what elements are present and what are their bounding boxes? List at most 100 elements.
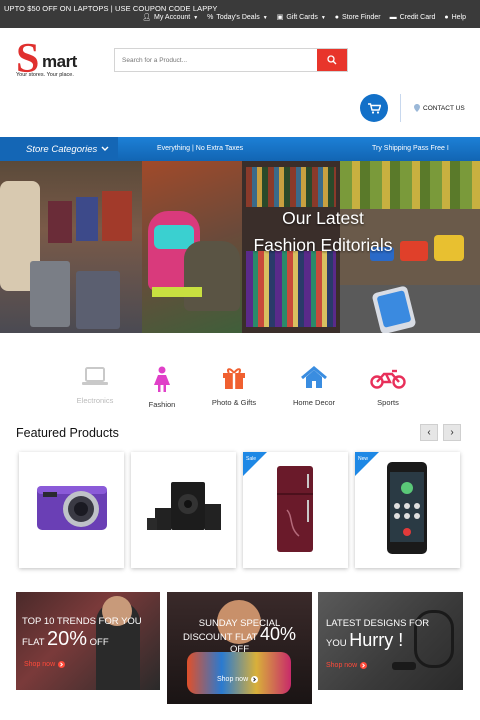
header-divider xyxy=(400,94,401,122)
promo-banner-sunday[interactable]: SUNDAY SPECIAL DISCOUNT FLAT 40% OFF Shop… xyxy=(167,592,312,704)
promo-1-prefix: FLAT xyxy=(22,637,47,648)
arrow-circle-right-icon xyxy=(251,676,259,683)
search-input[interactable] xyxy=(115,49,319,71)
shopping-cart-icon xyxy=(367,102,381,114)
hero-title: Our Latest Fashion Editorials xyxy=(241,205,405,259)
help-link[interactable]: ● Help xyxy=(444,14,466,21)
todays-deals-label: Today's Deals xyxy=(216,14,260,21)
promo-1-suffix: OFF xyxy=(87,637,109,648)
carousel-prev-button[interactable]: ‹ xyxy=(420,424,438,441)
gift-cards-link[interactable]: ▣ Gift Cards ▼ xyxy=(277,14,326,21)
my-account-link[interactable]: 👤︎ My Account ▼ xyxy=(142,14,198,21)
shop-now-label: Shop now xyxy=(24,661,56,668)
promo-3-line-1: LATEST DESIGNS FOR xyxy=(326,618,430,629)
new-badge-text: New xyxy=(358,456,369,462)
logo-wordmark: mart xyxy=(42,52,77,71)
camera-image xyxy=(37,486,107,530)
arrow-circle-right-icon xyxy=(58,661,66,668)
ticker-text-2: Try Shipping Pass Free I xyxy=(372,145,449,152)
shop-now-button[interactable]: Shop now xyxy=(24,661,66,668)
product-card-camera[interactable] xyxy=(19,452,124,568)
store-categories-label: Store Categories xyxy=(26,143,98,155)
chevron-right-icon: › xyxy=(450,427,454,438)
user-icon: 👤︎ xyxy=(142,14,152,21)
hero-title-line-2: Fashion Editorials xyxy=(253,235,393,255)
todays-deals-link[interactable]: % Today's Deals ▼ xyxy=(207,14,268,21)
home-icon xyxy=(301,366,327,388)
promo-2-line-2: DISCOUNT FLAT 40% OFF xyxy=(167,625,312,656)
hero-image-luggage xyxy=(0,161,142,333)
caret-down-icon: ▼ xyxy=(262,14,268,21)
promo-banner-trends[interactable]: TOP 10 TRENDS FOR YOU FLAT 20% OFF Shop … xyxy=(16,592,160,690)
chevron-left-icon: ‹ xyxy=(427,427,431,438)
store-categories-button[interactable]: Store Categories xyxy=(0,137,118,161)
carousel-next-button[interactable]: › xyxy=(443,424,461,441)
category-label: Sports xyxy=(377,398,399,407)
logo[interactable]: S mart Your stores. Your place. xyxy=(16,38,106,82)
female-icon xyxy=(154,366,170,392)
arrow-circle-right-icon xyxy=(360,662,368,669)
promo-3-prefix: YOU xyxy=(326,638,350,649)
gift-icon: ▣ xyxy=(276,14,284,21)
promo-3-line-2: YOU Hurry ! xyxy=(326,630,403,651)
percent-icon: % xyxy=(207,14,214,21)
caret-down-icon: ▼ xyxy=(320,14,326,21)
search-button[interactable] xyxy=(317,49,347,71)
chevron-down-icon xyxy=(101,146,109,151)
shop-now-label: Shop now xyxy=(326,662,358,669)
category-home-decor[interactable]: Home Decor xyxy=(279,366,349,407)
sale-badge-text: Sale xyxy=(246,456,257,462)
category-label: Home Decor xyxy=(292,398,336,407)
store-finder-link[interactable]: ● Store Finder xyxy=(335,14,381,21)
featured-products-title: Featured Products xyxy=(16,426,119,440)
product-card-smartphone[interactable]: New xyxy=(355,452,460,568)
product-card-speakers[interactable] xyxy=(131,452,236,568)
laptop-icon xyxy=(82,367,108,385)
promo-1-line-1: TOP 10 TRENDS FOR YOU xyxy=(22,616,142,627)
map-marker-icon xyxy=(414,104,420,112)
hero-image-shoes xyxy=(142,161,242,333)
top-links: 👤︎ My Account ▼ % Today's Deals ▼ ▣ Gift Card… xyxy=(142,14,466,21)
category-fashion[interactable]: Fashion xyxy=(127,366,197,409)
category-sports[interactable]: Sports xyxy=(353,366,423,407)
help-icon: ● xyxy=(444,14,449,21)
category-label: Fashion xyxy=(148,400,176,409)
contact-us-label: CONTACT US xyxy=(423,104,465,112)
product-card-refrigerator[interactable]: Sale xyxy=(243,452,348,568)
category-label: Photo & Gifts xyxy=(211,398,257,407)
contact-us-link[interactable]: CONTACT US xyxy=(414,104,465,112)
category-row: Electronics Fashion Photo & Gifts Home D… xyxy=(60,366,440,416)
hero-title-line-1: Our Latest xyxy=(282,208,364,228)
promo-1-line-2: FLAT 20% OFF xyxy=(22,628,109,651)
promo-3-hurry: Hurry ! xyxy=(349,630,404,650)
credit-card-label: Credit Card xyxy=(399,14,436,21)
store-finder-label: Store Finder xyxy=(342,14,381,21)
shop-now-button[interactable]: Shop now xyxy=(326,662,368,669)
gift-icon xyxy=(223,368,245,389)
cart-button[interactable] xyxy=(360,94,388,122)
credit-card-icon: ▬ xyxy=(389,14,397,21)
category-photo-gifts[interactable]: Photo & Gifts xyxy=(199,366,269,407)
search-icon xyxy=(327,55,337,65)
promo-banner-designs[interactable]: LATEST DESIGNS FOR YOU Hurry ! Shop now xyxy=(318,592,463,690)
promo-2-suffix: OFF xyxy=(230,644,249,655)
category-label: Electronics xyxy=(76,396,114,405)
promo-2-discount: 40% xyxy=(260,624,297,644)
motorcycle-icon xyxy=(370,369,406,389)
caret-down-icon: ▼ xyxy=(193,14,199,21)
help-label: Help xyxy=(451,14,466,21)
my-account-label: My Account xyxy=(154,14,191,21)
map-marker-icon: ● xyxy=(334,14,340,21)
logo-tagline: Your stores. Your place. xyxy=(16,72,74,78)
hero-banner[interactable]: Our Latest Fashion Editorials xyxy=(0,161,480,333)
shop-now-button[interactable]: Shop now xyxy=(217,676,259,683)
search-bar xyxy=(114,48,348,72)
credit-card-link[interactable]: ▬ Credit Card xyxy=(390,14,436,21)
ticker-text-1: Everything | No Extra Taxes xyxy=(157,145,244,152)
promo-1-discount: 20% xyxy=(47,628,88,650)
nav-strip: Store Categories Everything | No Extra T… xyxy=(0,137,480,161)
category-electronics[interactable]: Electronics xyxy=(60,366,130,405)
top-bar: UPTO $50 OFF ON LAPTOPS | USE COUPON COD… xyxy=(0,0,480,28)
promo-text: UPTO $50 OFF ON LAPTOPS | USE COUPON COD… xyxy=(4,4,218,13)
promo-2-prefix: DISCOUNT FLAT xyxy=(182,632,261,643)
